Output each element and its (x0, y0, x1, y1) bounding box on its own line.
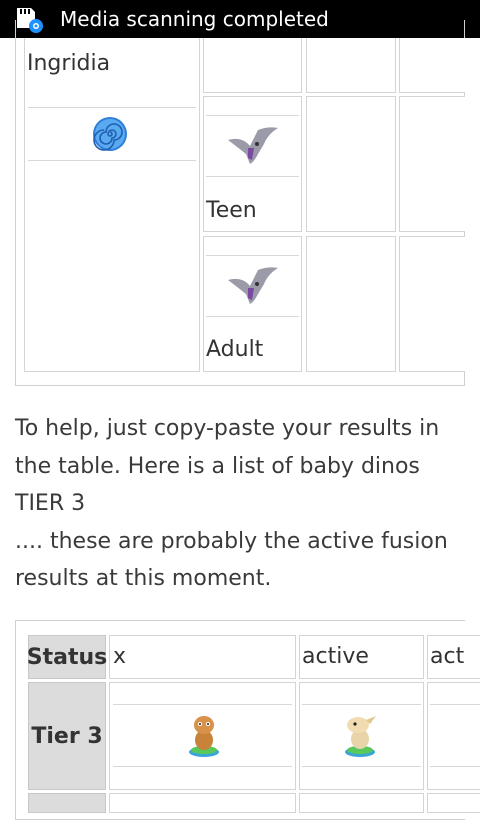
table-cell (203, 38, 302, 93)
paragraph-line: the table. Here is a list of baby dinos (15, 453, 420, 479)
tier-cell (109, 793, 296, 813)
tier-cell (299, 793, 424, 813)
name-column (24, 38, 200, 372)
status-header-label: Status (26, 644, 108, 670)
beige-baby-dino-icon[interactable] (340, 712, 380, 758)
divider (206, 255, 299, 256)
table-cell (306, 96, 396, 232)
paragraph-line: results at this moment. (15, 566, 272, 591)
blue-swirl-icon[interactable] (92, 116, 128, 152)
next-row-header (28, 793, 106, 813)
divider (430, 704, 480, 705)
divider (113, 704, 292, 705)
tier-3-header: Tier 3 (28, 682, 106, 790)
divider (302, 766, 421, 767)
header-active-2-label: act (430, 644, 465, 669)
tier-cell (427, 793, 480, 813)
paragraph-line: TIER 3 (15, 491, 86, 516)
stage-label-adult: Adult (206, 337, 264, 362)
tier-3-label: Tier 3 (31, 723, 103, 749)
divider (113, 766, 292, 767)
header-active-label: active (302, 644, 369, 669)
divider (302, 704, 421, 705)
divider (28, 107, 196, 108)
orange-baby-dino-icon[interactable] (186, 712, 222, 758)
header-x-label: x (113, 644, 127, 669)
status-header: Status (26, 635, 108, 679)
stage-label-teen: Teen (206, 198, 257, 223)
help-paragraph: To help, just copy-paste your results in… (15, 410, 470, 598)
tier-cell (427, 682, 480, 790)
divider (28, 160, 196, 161)
divider (206, 316, 299, 317)
divider (430, 766, 480, 767)
paragraph-line: To help, just copy-paste your results in (15, 416, 440, 441)
pterodactyl-dino-icon[interactable] (224, 264, 280, 308)
table-cell (306, 236, 396, 372)
header-cell-x (109, 635, 296, 679)
pterodactyl-dino-icon[interactable] (224, 124, 280, 168)
table-cell (306, 38, 396, 93)
divider (206, 176, 299, 177)
paragraph-line: .... these are probably the active fusio… (15, 528, 448, 554)
table-cell (399, 38, 465, 93)
table-cell (399, 96, 465, 232)
dino-name: Ingridia (27, 51, 111, 76)
table-cell (399, 236, 465, 372)
divider (206, 115, 299, 116)
